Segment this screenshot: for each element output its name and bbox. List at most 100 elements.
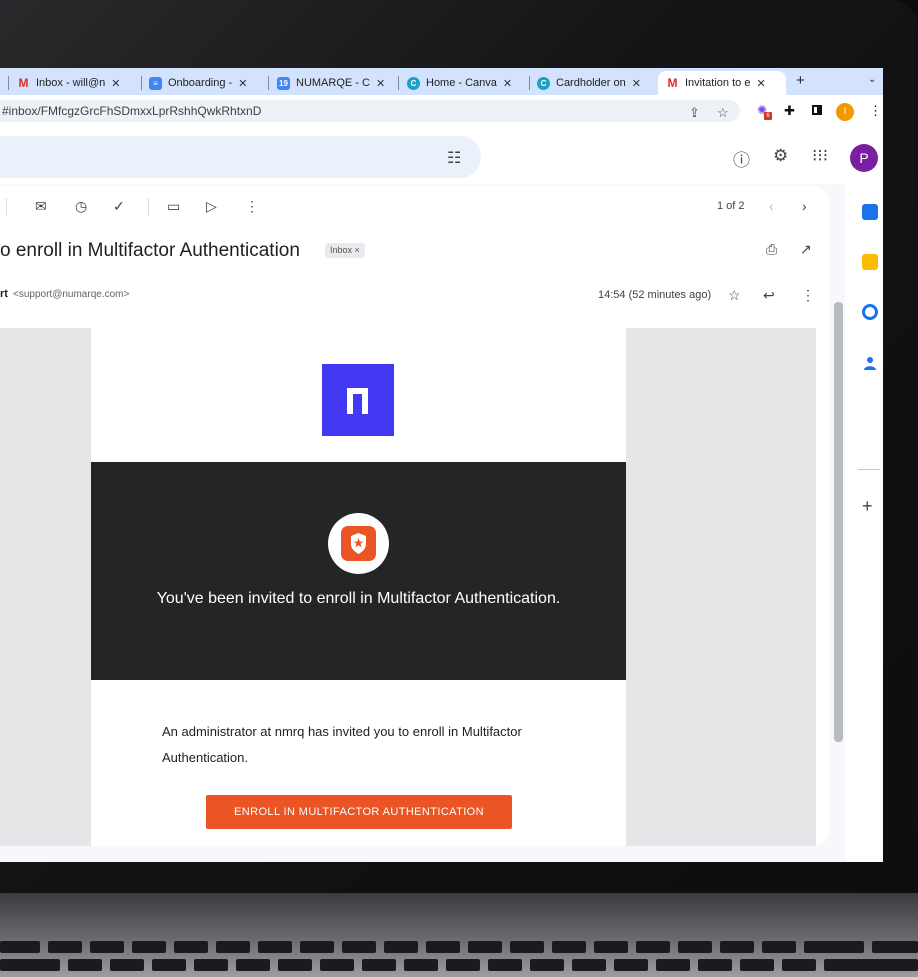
keyboard-key [362, 959, 396, 971]
close-icon[interactable]: ✕ [111, 77, 120, 90]
email-subject: o enroll in Multifactor Authentication [0, 240, 300, 261]
newer-chevron-icon[interactable]: ‹ [769, 198, 774, 214]
tab-label: Cardholder on [556, 77, 626, 89]
keyboard-key [678, 941, 712, 953]
inbox-label-chip[interactable]: Inbox × [325, 243, 365, 258]
message-more-icon[interactable]: ⋮ [801, 287, 815, 304]
canva-icon: C [537, 76, 550, 90]
tab-invitation[interactable]: M Invitation to e ✕ [658, 71, 786, 95]
tab-label: Home - Canva [426, 77, 497, 89]
keyboard-key [720, 941, 754, 953]
star-icon[interactable]: ☆ [728, 287, 741, 304]
keyboard-key [300, 941, 334, 953]
close-icon[interactable]: ✕ [756, 77, 765, 90]
keyboard-key [90, 941, 124, 953]
extension-badge-count: 6 [764, 112, 772, 120]
keyboard-key [278, 959, 312, 971]
enroll-mfa-button[interactable]: ENROLL IN MULTIFACTOR AUTHENTICATION [206, 795, 512, 829]
canva-icon: C [407, 76, 420, 90]
tab-label: NUMARQE - C [296, 77, 370, 89]
reply-icon[interactable]: ↩ [763, 287, 775, 304]
tab-label: Inbox - will@n [36, 77, 106, 89]
keyboard-key [48, 941, 82, 953]
keyboard-key [614, 959, 648, 971]
keyboard-key [404, 959, 438, 971]
tab-bar: M Inbox - will@n ✕ ≡ Onboarding - ✕ 19 N… [0, 68, 883, 95]
tab-cardholder[interactable]: C Cardholder on ✕ [537, 71, 654, 95]
keyboard-key [468, 941, 502, 953]
laptop-keyboard [0, 893, 918, 977]
tasks-app-icon[interactable] [862, 304, 878, 320]
contacts-app-icon[interactable] [862, 355, 878, 371]
print-icon[interactable]: ⎙ [766, 241, 777, 258]
extensions-puzzle-icon[interactable]: ✚ [784, 103, 798, 118]
keep-app-icon[interactable] [862, 254, 878, 270]
pager-count: 1 of 2 [717, 200, 745, 212]
keyboard-key [384, 941, 418, 953]
close-icon[interactable]: ✕ [632, 77, 641, 90]
snooze-clock-icon[interactable]: ◷ [75, 198, 87, 215]
message-view: ✉ ◷ ✓ ▭ ▷ ⋮ 1 of 2 ‹ › o enroll in Multi… [0, 186, 830, 846]
keyboard-key [132, 941, 166, 953]
older-chevron-icon[interactable]: › [802, 198, 807, 214]
keyboard-key [194, 959, 228, 971]
label-icon[interactable]: ▷ [206, 198, 217, 215]
more-options-icon[interactable]: ⋮ [245, 198, 259, 215]
tab-separator [268, 76, 269, 90]
side-panel-divider [858, 469, 880, 470]
message-scrollbar[interactable] [834, 302, 843, 742]
tab-search-icon[interactable]: ⌄ [868, 74, 876, 85]
tab-numarqe[interactable]: 19 NUMARQE - C ✕ [277, 71, 394, 95]
help-icon[interactable]: ⓘ [733, 146, 750, 171]
bookmark-star-icon[interactable]: ☆ [717, 105, 729, 121]
keyboard-key [174, 941, 208, 953]
tab-onboarding[interactable]: ≡ Onboarding - ✕ [149, 71, 264, 95]
add-task-icon[interactable]: ✓ [113, 198, 125, 215]
open-new-window-icon[interactable]: ↗ [800, 241, 812, 258]
keyboard-key [594, 941, 628, 953]
keyboard-key [258, 941, 292, 953]
tab-separator [8, 76, 9, 90]
sender-name: rt [0, 288, 8, 300]
email-left-margin [0, 328, 91, 846]
keyboard-key [510, 941, 544, 953]
tab-separator [141, 76, 142, 90]
share-icon[interactable]: ⇪ [689, 105, 700, 121]
auth-badge [328, 513, 389, 574]
close-icon[interactable]: ✕ [503, 77, 512, 90]
move-to-icon[interactable]: ▭ [167, 198, 180, 215]
side-panel-icon[interactable] [812, 105, 822, 115]
tab-label: Onboarding - [168, 77, 233, 89]
calendar-app-icon[interactable] [862, 204, 878, 220]
tab-canva-home[interactable]: C Home - Canva ✕ [407, 71, 525, 95]
mail-search-bar[interactable]: ☷ [0, 136, 481, 178]
email-body: You've been invited to enroll in Multifa… [0, 328, 830, 846]
apps-grid-icon[interactable]: ⁝⁝⁝ [812, 146, 828, 166]
numarqe-logo [322, 364, 394, 436]
settings-gear-icon[interactable]: ⚙ [773, 146, 788, 166]
tab-inbox[interactable]: M Inbox - will@n ✕ [17, 71, 137, 95]
kebab-menu-icon[interactable]: ⋮ [869, 103, 882, 119]
keyboard-key [152, 959, 186, 971]
mark-unread-icon[interactable]: ✉ [35, 198, 47, 215]
account-avatar[interactable]: P [850, 144, 878, 172]
shield-star-icon [341, 526, 376, 561]
keyboard-key [762, 941, 796, 953]
extension-icon[interactable]: ✺ 6 [757, 103, 773, 120]
keyboard-key [572, 959, 606, 971]
new-tab-button[interactable]: + [796, 72, 805, 89]
url-text: #inbox/FMfcgzGrcFhSDmxxLprRshhQwkRhtxnD [2, 104, 262, 118]
profile-avatar[interactable]: I [836, 103, 854, 121]
keyboard-key [446, 959, 480, 971]
keyboard-key [216, 941, 250, 953]
sender-email: <support@numarqe.com> [13, 289, 130, 300]
url-field[interactable]: #inbox/FMfcgzGrcFhSDmxxLprRshhQwkRhtxnD [0, 100, 740, 122]
keyboard-key [342, 941, 376, 953]
invite-banner: You've been invited to enroll in Multifa… [91, 462, 626, 680]
email-body-text: An administrator at nmrq has invited you… [162, 724, 522, 765]
search-options-icon[interactable]: ☷ [447, 148, 461, 168]
close-icon[interactable]: ✕ [238, 77, 247, 90]
close-icon[interactable]: ✕ [376, 77, 385, 90]
add-app-icon[interactable]: + [862, 496, 873, 517]
keyboard-key [236, 959, 270, 971]
